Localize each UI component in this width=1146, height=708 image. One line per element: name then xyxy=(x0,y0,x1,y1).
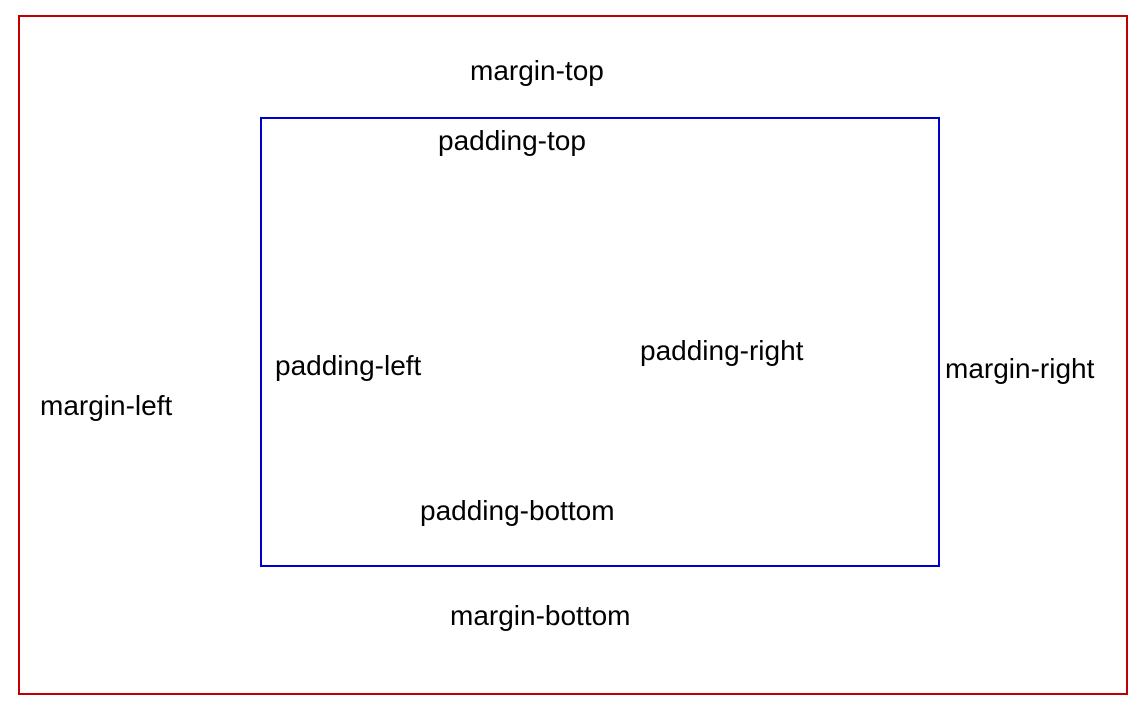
margin-left-label: margin-left xyxy=(40,390,172,422)
margin-top-label: margin-top xyxy=(470,55,604,87)
padding-left-label: padding-left xyxy=(275,350,421,382)
padding-right-label: padding-right xyxy=(640,335,803,367)
margin-right-label: margin-right xyxy=(945,353,1094,385)
margin-bottom-label: margin-bottom xyxy=(450,600,631,632)
padding-bottom-label: padding-bottom xyxy=(420,495,615,527)
padding-top-label: padding-top xyxy=(438,125,586,157)
